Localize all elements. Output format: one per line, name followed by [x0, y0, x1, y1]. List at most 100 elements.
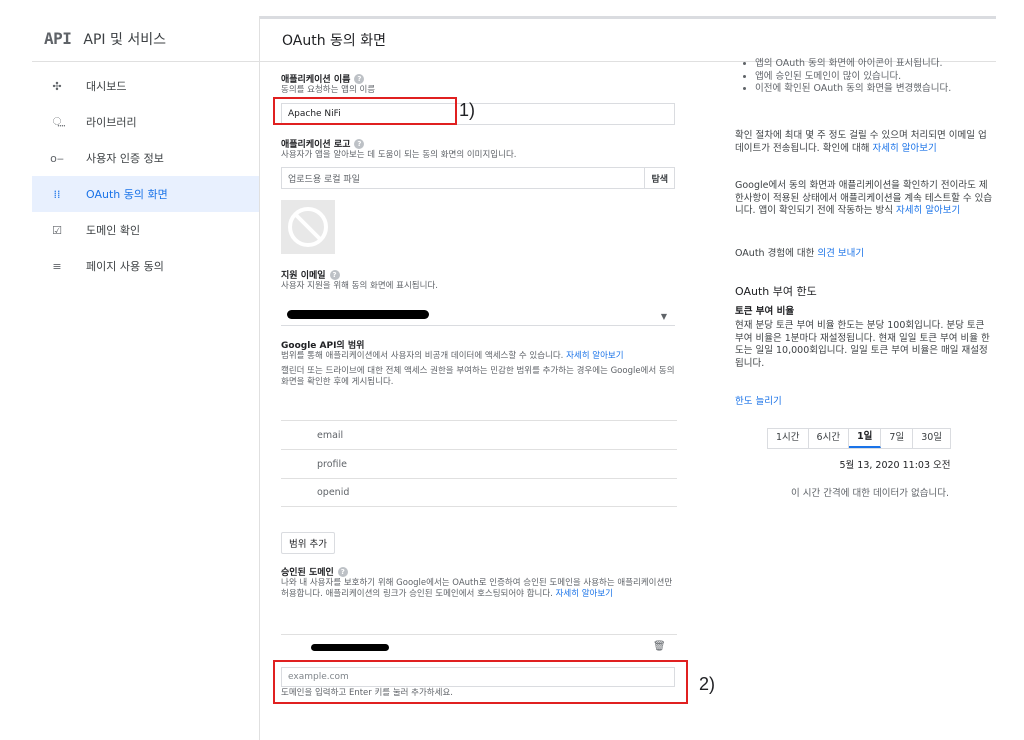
raise-limit-link[interactable]: 한도 늘리기 [735, 396, 782, 407]
support-email-desc: 사용자 지원을 위해 동의 화면에 표시됩니다. [281, 281, 438, 291]
time-range-selector: 1시간 6시간 1일 7일 30일 [767, 428, 952, 449]
api-logo: API [44, 29, 72, 48]
oauth-icon: ⁞⁞ [53, 187, 61, 201]
nav-title[interactable]: API 및 서비스 [83, 29, 166, 49]
app-name-label: 애플리케이션 이름 ? [281, 72, 677, 85]
range-1d[interactable]: 1일 [849, 429, 882, 448]
sidebar-item-label: 페이지 사용 동의 [86, 260, 164, 273]
feedback-text: OAuth 경험에 대한 의견 보내기 [735, 248, 993, 261]
left-nav: API API 및 서비스 ✣ 대시보드 ⵿ 라이브러리 o‒ 사용자 인증 정… [32, 16, 260, 740]
help-icon[interactable]: ? [354, 138, 365, 149]
range-1h[interactable]: 1시간 [768, 429, 809, 448]
sidebar-item-label: 대시보드 [86, 80, 127, 93]
domain-row: 🗑 [281, 634, 677, 662]
support-email-label: 지원 이메일 ? [281, 268, 677, 281]
logo-file-placeholder: 업로드용 로컬 파일 [288, 174, 360, 185]
nav-divider [259, 16, 260, 740]
sidebar-item-label: 도메인 확인 [86, 224, 141, 237]
domain-check-icon: ☑ [52, 223, 62, 237]
range-7d[interactable]: 7일 [881, 429, 914, 448]
app-logo-label-text: 애플리케이션 로고 [281, 140, 351, 150]
delete-icon[interactable]: 🗑 [653, 641, 666, 652]
app-logo-section: 애플리케이션 로고 ? 사용자가 앱을 알아보는 데 도움이 되는 동의 화면의… [281, 137, 677, 161]
sidebar-item-domain-verification[interactable]: ☑ 도메인 확인 [32, 212, 260, 248]
sidebar-item-label: 사용자 인증 정보 [86, 152, 164, 165]
dropdown-caret-icon: ▼ [660, 312, 667, 321]
verification-process-desc: 확인 절차에 최대 몇 주 정도 걸릴 수 있으며 처리되면 이메일 업데이트가… [735, 130, 987, 154]
app-name-label-text: 애플리케이션 이름 [281, 75, 351, 85]
redacted-email [287, 310, 429, 319]
scopes-label: Google API의 범위 [281, 341, 365, 351]
verification-reasons-list: 앱의 OAuth 동의 화면에 아이콘이 표시됩니다. 앱에 승인된 도메인이 … [727, 58, 993, 96]
page-title: OAuth 동의 화면 [282, 33, 387, 49]
main-header: OAuth 동의 화면 [260, 19, 996, 62]
library-icon: ⵿ [52, 115, 62, 128]
nav-list: ✣ 대시보드 ⵿ 라이브러리 o‒ 사용자 인증 정보 ⁞⁞ OAuth 동의 … [32, 68, 260, 284]
annotation-2: 2) [699, 674, 716, 694]
add-scope-button[interactable]: 범위 추가 [281, 532, 335, 554]
key-icon: o‒ [50, 151, 64, 165]
range-30d[interactable]: 30일 [913, 429, 950, 448]
sidebar-item-dashboard[interactable]: ✣ 대시보드 [32, 68, 260, 104]
highlight-box-2 [273, 660, 688, 704]
range-6h[interactable]: 6시간 [809, 429, 850, 448]
sidebar-item-page-usage-agreement[interactable]: ≡ 페이지 사용 동의 [32, 248, 260, 284]
raise-limit-wrap: 한도 늘리기 [735, 396, 993, 409]
annotation-1: 1) [459, 100, 476, 120]
grant-limits-title: OAuth 부여 한도 [735, 285, 817, 298]
range-timestamp: 5월 13, 2020 11:03 오전 [839, 460, 951, 471]
token-rate-subtitle: 토큰 부여 비율 [735, 306, 795, 317]
scope-name: profile [317, 458, 348, 470]
verification-process-text: 확인 절차에 최대 몇 주 정도 걸릴 수 있으며 처리되면 이메일 업데이트가… [735, 130, 993, 155]
domains-section: 승인된 도메인 ? 나와 내 사용자를 보호하기 위해 Google에서는 OA… [281, 565, 677, 600]
testing-learn-more-link[interactable]: 자세히 알아보기 [896, 205, 960, 216]
token-rate-desc: 현재 분당 토큰 부여 비율 한도는 분당 100회입니다. 분당 토큰 부여 … [735, 320, 990, 369]
scopes-section: Google API의 범위 범위를 통해 애플리케이션에서 사용자의 비공개 … [281, 338, 677, 388]
list-item: 이전에 확인된 OAuth 동의 화면을 변경했습니다. [755, 83, 993, 96]
sidebar-item-oauth-consent[interactable]: ⁞⁞ OAuth 동의 화면 [32, 176, 260, 212]
list-item: 앱의 OAuth 동의 화면에 아이콘이 표시됩니다. [755, 58, 993, 71]
app-logo-label: 애플리케이션 로고 ? [281, 137, 677, 150]
app-name-desc: 동의를 요청하는 앱의 이름 [281, 85, 376, 95]
no-data-message: 이 시간 간격에 대한 데이터가 없습니다. [791, 488, 949, 499]
support-email-section: 지원 이메일 ? 사용자 지원을 위해 동의 화면에 표시됩니다. [281, 268, 677, 292]
sidebar-item-label: OAuth 동의 화면 [86, 188, 168, 201]
scope-row-profile: profile [281, 449, 677, 478]
domains-desc-text: 나와 내 사용자를 보호하기 위해 Google에서는 OAuth로 인증하여 … [281, 578, 673, 599]
redacted-domain [311, 644, 389, 651]
send-feedback-link[interactable]: 의견 보내기 [817, 248, 864, 259]
scopes-desc2: 캘린더 또는 드라이브에 대한 전체 액세스 권한을 부여하는 민감한 범위를 … [281, 366, 675, 387]
domains-learn-more-link[interactable]: 자세히 알아보기 [556, 589, 613, 599]
no-image-icon [288, 207, 328, 247]
sidebar-item-library[interactable]: ⵿ 라이브러리 [32, 104, 260, 140]
scopes-desc-text: 범위를 통해 애플리케이션에서 사용자의 비공개 데이터에 액세스할 수 있습니… [281, 351, 564, 361]
nav-header: API API 및 서비스 [32, 16, 260, 62]
support-email-select[interactable]: ▼ [281, 304, 675, 326]
app-logo-desc: 사용자가 앱을 알아보는 데 도움이 되는 동의 화면의 이미지입니다. [281, 150, 517, 160]
list-item: 앱에 승인된 도메인이 많이 있습니다. [755, 71, 993, 84]
app-name-section: 애플리케이션 이름 ? 동의를 요청하는 앱의 이름 [281, 72, 677, 96]
sidebar-item-label: 라이브러리 [86, 116, 137, 129]
feedback-desc: OAuth 경험에 대한 [735, 248, 815, 259]
scope-row-email: email [281, 420, 677, 449]
help-icon[interactable]: ? [329, 269, 340, 280]
sidebar-item-credentials[interactable]: o‒ 사용자 인증 정보 [32, 140, 260, 176]
domains-label: 승인된 도메인 ? [281, 565, 677, 578]
settings-list-icon: ≡ [52, 259, 62, 273]
domains-label-text: 승인된 도메인 [281, 568, 334, 578]
domains-desc: 나와 내 사용자를 보호하기 위해 Google에서는 OAuth로 인증하여 … [281, 578, 677, 600]
logo-file-input[interactable]: 업로드용 로컬 파일 탐색 [281, 167, 675, 189]
support-email-label-text: 지원 이메일 [281, 271, 326, 281]
scopes-learn-more-link[interactable]: 자세히 알아보기 [566, 351, 623, 361]
logo-preview [281, 200, 335, 254]
browse-button[interactable]: 탐색 [644, 168, 674, 188]
testing-text: Google에서 동의 화면과 애플리케이션을 확인하기 전이라도 제한사항이 … [735, 180, 993, 218]
scope-row-openid: openid [281, 478, 677, 507]
help-icon[interactable]: ? [337, 566, 348, 577]
help-icon[interactable]: ? [354, 73, 365, 84]
dashboard-icon: ✣ [52, 79, 62, 93]
scope-name: openid [317, 487, 350, 498]
scope-name: email [317, 429, 344, 441]
verification-learn-more-link[interactable]: 자세히 알아보기 [872, 143, 936, 154]
highlight-box-1 [273, 97, 457, 125]
